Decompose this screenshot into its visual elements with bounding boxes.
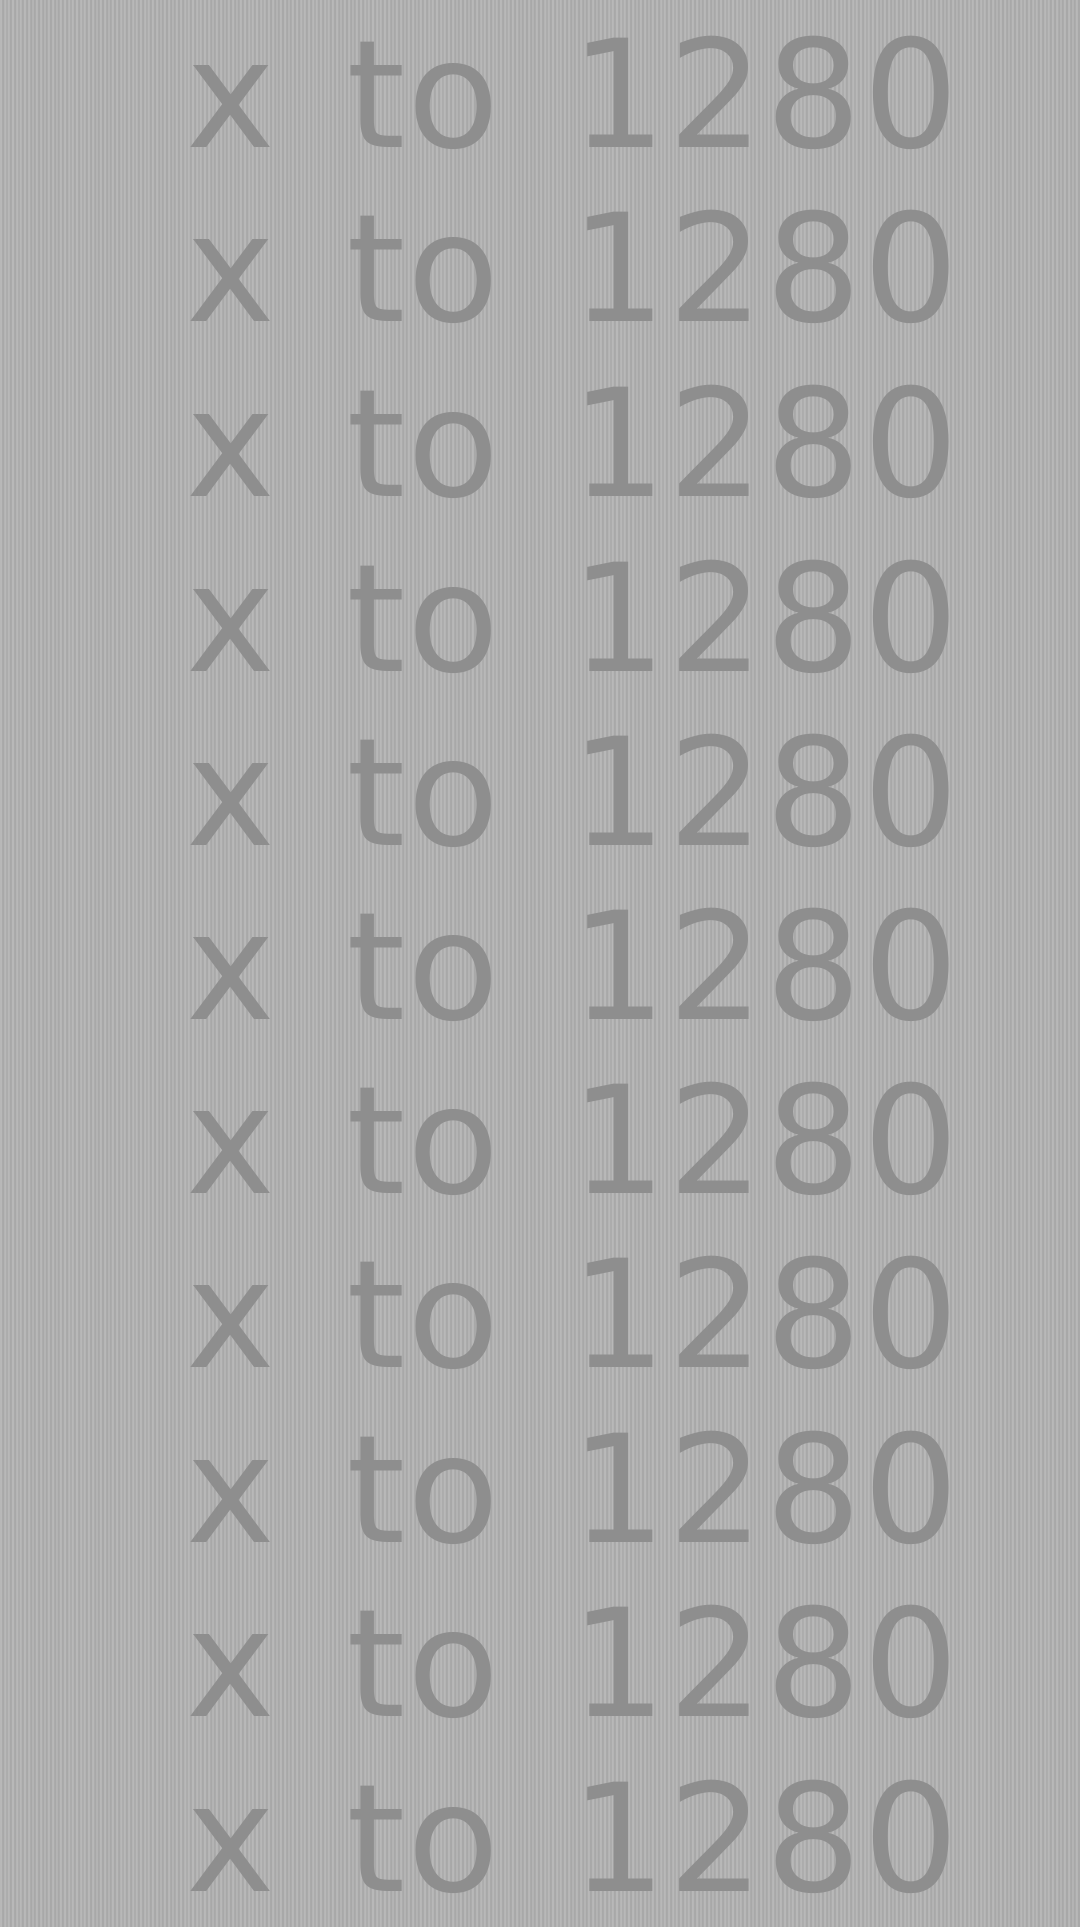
pattern-line: x to 1280 xyxy=(186,9,961,183)
text-pattern: x to 1280 x to 1280 x to 1280 x to 1280 … xyxy=(0,0,1080,1920)
pattern-line: x to 1280 xyxy=(186,707,961,881)
pattern-line: x to 1280 xyxy=(186,1404,961,1578)
pattern-line: x to 1280 xyxy=(186,881,961,1055)
pattern-line: x to 1280 xyxy=(186,1055,961,1229)
pattern-line: x to 1280 xyxy=(186,1753,961,1927)
pattern-line: x to 1280 xyxy=(186,1229,961,1403)
pattern-line: x to 1280 xyxy=(186,533,961,707)
pattern-line: x to 1280 xyxy=(186,358,961,532)
pattern-line: x to 1280 xyxy=(186,1578,961,1752)
pattern-line: x to 1280 xyxy=(186,183,961,357)
